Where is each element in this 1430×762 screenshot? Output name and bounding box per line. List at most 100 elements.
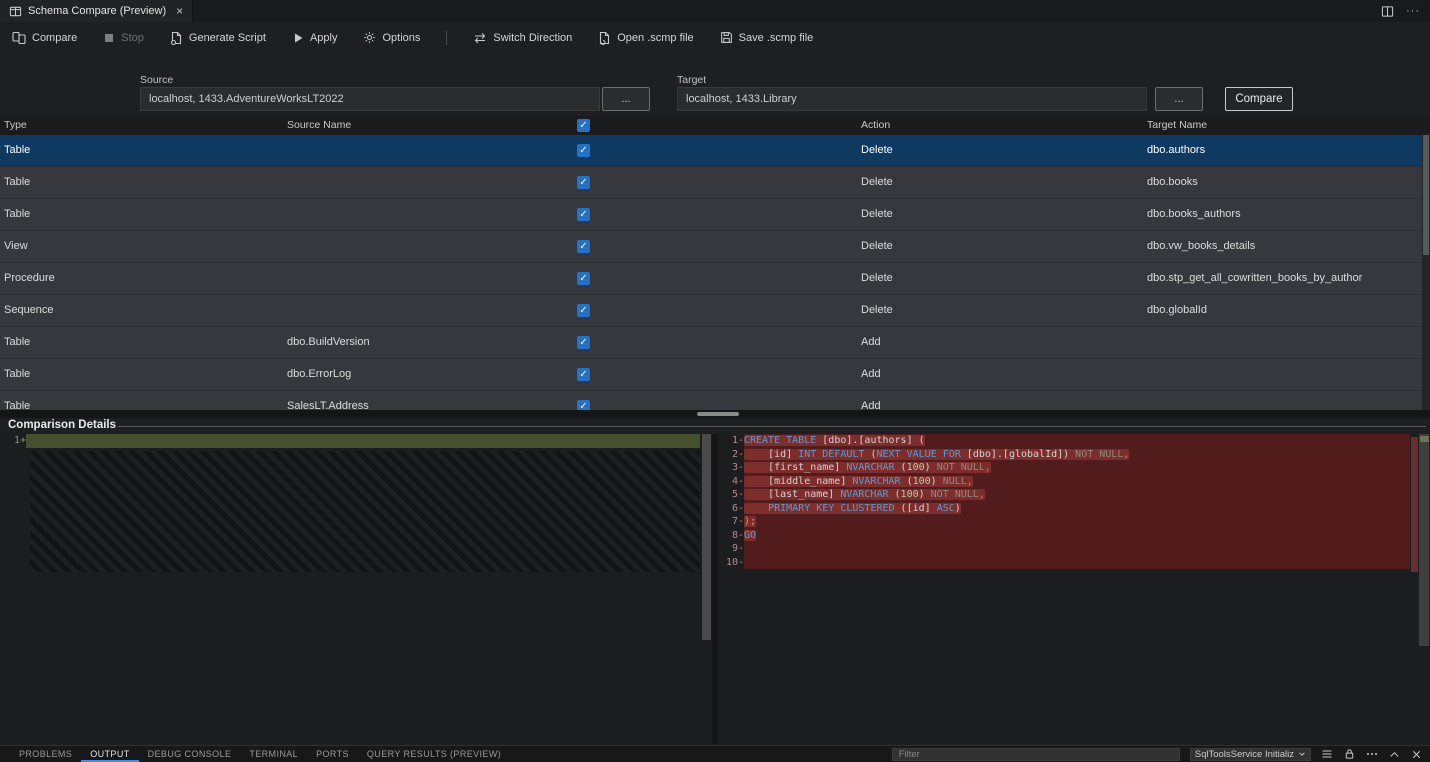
output-filter-input[interactable] [892,748,1180,761]
panel-tab-query-results-preview[interactable]: QUERY RESULTS (PREVIEW) [358,746,510,762]
horizontal-splitter[interactable] [0,410,1430,418]
table-row[interactable]: TableSalesLT.AddressAdd✓ [0,391,1422,410]
row-action: Delete [861,304,893,316]
line-content [744,542,1410,556]
column-header-type[interactable]: Type [4,119,27,131]
line-number: 8- [718,529,744,543]
stop-button: Stop [103,32,144,44]
code-line: 7-); [718,515,1430,529]
line-number: 10- [718,556,744,570]
lock-scroll-icon[interactable] [1344,748,1355,760]
code-line: 9- [718,542,1430,556]
apply-button[interactable]: Apply [292,32,338,44]
tab-close-icon[interactable]: × [176,4,183,18]
panel-tabs: PROBLEMSOUTPUTDEBUG CONSOLETERMINALPORTS… [0,746,510,762]
include-checkbox[interactable]: ✓ [577,272,590,285]
panel-tab-output[interactable]: OUTPUT [81,746,138,762]
maximize-panel-icon[interactable] [1389,749,1400,760]
switch-direction-button[interactable]: Switch Direction [473,32,572,44]
line-number: 1+ [0,434,26,448]
row-target-name: dbo.stp_get_all_cowritten_books_by_autho… [1147,272,1362,284]
include-checkbox[interactable]: ✓ [577,336,590,349]
column-header-action[interactable]: Action [861,119,890,131]
output-channel-dropdown[interactable]: SqlToolsService Initializ [1190,748,1311,761]
compare-button[interactable]: Compare [1225,87,1293,111]
diff-pane-target[interactable]: 1-CREATE TABLE [dbo].[authors] (2- [id] … [718,434,1430,744]
split-editor-icon[interactable] [1381,5,1394,18]
row-action: Delete [861,208,893,220]
diff-pane-source[interactable]: 1+ [0,434,712,744]
table-row[interactable]: TableDeletedbo.books_authors✓ [0,199,1422,231]
include-checkbox[interactable]: ✓ [577,240,590,253]
save-scmp-button[interactable]: Save .scmp file [720,31,814,44]
table-row[interactable]: Tabledbo.BuildVersionAdd✓ [0,327,1422,359]
chevron-down-icon [1298,750,1306,758]
panel-tab-terminal[interactable]: TERMINAL [240,746,307,762]
schema-compare-window: Schema Compare (Preview) × ··· Compare St… [0,0,1430,762]
include-checkbox[interactable]: ✓ [577,144,590,157]
row-action: Delete [861,144,893,156]
more-actions-icon[interactable] [1366,748,1378,760]
include-checkbox[interactable]: ✓ [577,304,590,317]
compare-button[interactable]: Compare [12,31,77,45]
row-target-name: dbo.books [1147,176,1198,188]
header-checkbox[interactable]: ✓ [577,119,590,132]
column-header-source-name[interactable]: Source Name [287,119,351,131]
row-type: Table [4,176,30,188]
switch-direction-label: Switch Direction [493,32,572,44]
row-action: Add [861,336,881,348]
source-browse-button[interactable]: ... [602,87,650,111]
include-checkbox[interactable]: ✓ [577,368,590,381]
tab-title: Schema Compare (Preview) [28,5,166,17]
code-line: 1-CREATE TABLE [dbo].[authors] ( [718,434,1430,448]
table-row[interactable]: TableDeletedbo.books✓ [0,167,1422,199]
grid-scrollbar-thumb[interactable] [1423,135,1429,255]
include-checkbox[interactable]: ✓ [577,400,590,410]
overview-ruler-delete-marks [1411,437,1418,572]
line-number: 3- [718,461,744,475]
row-source-name: SalesLT.Address [287,400,369,410]
splitter-grip[interactable] [697,412,739,416]
source-scrollbar-thumb[interactable] [702,434,711,640]
open-scmp-button[interactable]: Open .scmp file [598,31,693,45]
tab-schema-compare[interactable]: Schema Compare (Preview) × [0,0,193,22]
line-content: ); [744,515,1410,529]
close-panel-icon[interactable] [1411,749,1422,760]
row-target-name: dbo.books_authors [1147,208,1241,220]
panel-tab-debug-console[interactable]: DEBUG CONSOLE [139,746,241,762]
include-checkbox[interactable]: ✓ [577,176,590,189]
line-content: [id] INT DEFAULT (NEXT VALUE FOR [dbo].[… [744,448,1410,462]
panel-tab-problems[interactable]: PROBLEMS [10,746,81,762]
code-line: 4- [middle_name] NVARCHAR (100) NULL, [718,475,1430,489]
clear-output-icon[interactable] [1321,748,1333,760]
table-row[interactable]: ViewDeletedbo.vw_books_details✓ [0,231,1422,263]
table-row[interactable]: TableDeletedbo.authors✓ [0,135,1422,167]
row-action: Delete [861,272,893,284]
source-input[interactable] [140,87,600,111]
open-scmp-label: Open .scmp file [617,32,693,44]
options-label: Options [382,32,420,44]
target-browse-button[interactable]: ... [1155,87,1203,111]
table-row[interactable]: SequenceDeletedbo.globalId✓ [0,295,1422,327]
line-number: 1- [718,434,744,448]
source-pane-scrollbar[interactable] [701,434,712,744]
generate-script-button[interactable]: Generate Script [170,31,266,45]
target-pane-scrollbar[interactable] [1418,434,1430,744]
table-row[interactable]: Tabledbo.ErrorLogAdd✓ [0,359,1422,391]
include-checkbox[interactable]: ✓ [577,208,590,221]
save-icon [720,31,733,44]
code-line: 5- [last_name] NVARCHAR (100) NOT NULL, [718,488,1430,502]
line-number: 2- [718,448,744,462]
panel-tab-ports[interactable]: PORTS [307,746,358,762]
target-scrollbar-thumb[interactable] [1419,434,1429,646]
diff-editor: 1+ 1-CREATE TABLE [dbo].[authors] (2- [i… [0,434,1430,744]
target-input[interactable] [677,87,1147,111]
source-code-lines: 1+ [0,434,712,448]
grid-vertical-scrollbar[interactable] [1422,135,1430,410]
table-row[interactable]: ProcedureDeletedbo.stp_get_all_cowritten… [0,263,1422,295]
options-button[interactable]: Options [363,31,420,44]
comparison-details-rule [118,426,1426,427]
generate-script-label: Generate Script [189,32,266,44]
column-header-target-name[interactable]: Target Name [1147,119,1207,131]
editor-more-actions-icon[interactable]: ··· [1406,5,1420,17]
